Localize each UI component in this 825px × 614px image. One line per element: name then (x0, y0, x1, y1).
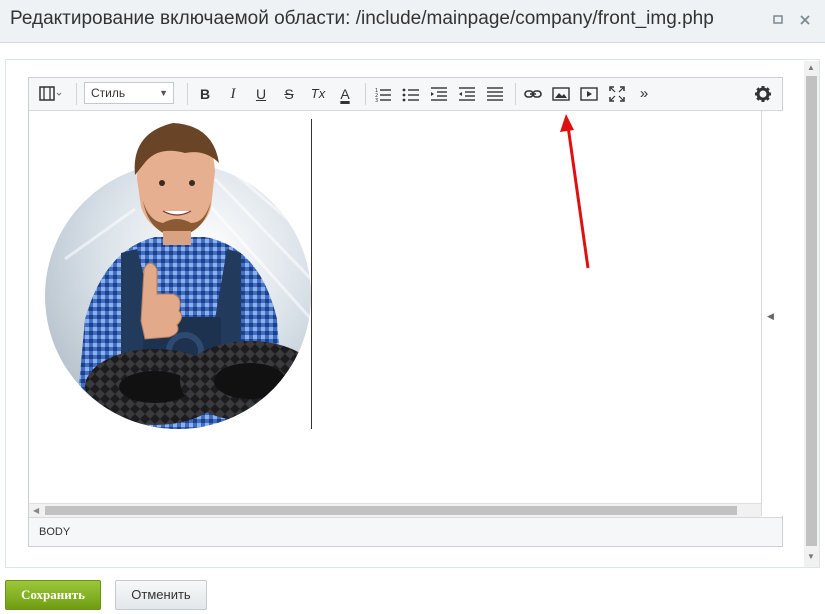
settings-icon[interactable] (753, 84, 773, 104)
unordered-list-icon[interactable] (401, 84, 421, 104)
element-path[interactable]: BODY (39, 526, 70, 538)
cancel-button[interactable]: Отменить (115, 580, 207, 610)
chevron-up-icon[interactable]: ▲ (807, 63, 815, 72)
chevron-left-icon[interactable]: ◀ (33, 504, 39, 517)
vertical-scrollbar[interactable]: ▲ ▼ (804, 61, 819, 567)
indent-icon[interactable] (457, 84, 477, 104)
style-select[interactable]: Стиль ▼ (84, 82, 174, 104)
scrollbar-thumb[interactable] (45, 506, 737, 515)
chevron-down-icon[interactable]: ▼ (807, 552, 815, 561)
link-icon[interactable] (523, 84, 543, 104)
style-select-label: Стиль (91, 86, 126, 100)
editor-toolbar: Стиль ▼ B I U S Tx A 123 » (29, 78, 782, 111)
dialog-titlebar: Редактирование включаемой области: /incl… (0, 0, 825, 43)
annotation-arrow (560, 114, 590, 269)
fullscreen-icon[interactable] (607, 84, 627, 104)
html-editor: Стиль ▼ B I U S Tx A 123 » ◀ ◀ BODY (28, 77, 783, 547)
scrollbar-thumb[interactable] (806, 76, 817, 546)
maximize-icon[interactable] (770, 12, 786, 28)
close-icon[interactable] (797, 12, 813, 28)
remove-format-icon[interactable]: Tx (307, 84, 329, 104)
more-icon[interactable]: » (634, 84, 654, 104)
font-color-icon[interactable]: A (335, 84, 355, 104)
toolbar-separator (187, 83, 188, 105)
toolbar-separator (365, 83, 366, 105)
justify-icon[interactable] (485, 84, 505, 104)
text-cursor (311, 119, 312, 429)
horizontal-scrollbar[interactable]: ◀ (29, 503, 761, 517)
strikethrough-icon[interactable]: S (279, 84, 299, 104)
outdent-icon[interactable] (429, 84, 449, 104)
chevron-down-icon: ▼ (159, 88, 168, 98)
toolbar-separator (515, 83, 516, 105)
ordered-list-icon[interactable]: 123 (373, 84, 393, 104)
toolbar-separator (76, 83, 77, 105)
mechanic-photo[interactable] (45, 119, 311, 429)
view-mode-icon[interactable] (37, 84, 65, 104)
chevron-left-icon[interactable]: ◀ (767, 311, 774, 322)
video-icon[interactable] (579, 84, 599, 104)
image-icon[interactable] (551, 84, 571, 104)
underline-icon[interactable]: U (251, 84, 271, 104)
taskbar-collapse-strip[interactable]: ◀ (761, 111, 783, 516)
bold-icon[interactable]: B (195, 84, 215, 104)
dialog-title: Редактирование включаемой области: /incl… (10, 8, 714, 29)
editor-content-area[interactable] (29, 111, 761, 503)
svg-text:3: 3 (375, 98, 378, 104)
element-path-bar: BODY (29, 517, 782, 546)
save-button[interactable]: Сохранить (5, 580, 101, 610)
italic-icon[interactable]: I (223, 84, 243, 104)
